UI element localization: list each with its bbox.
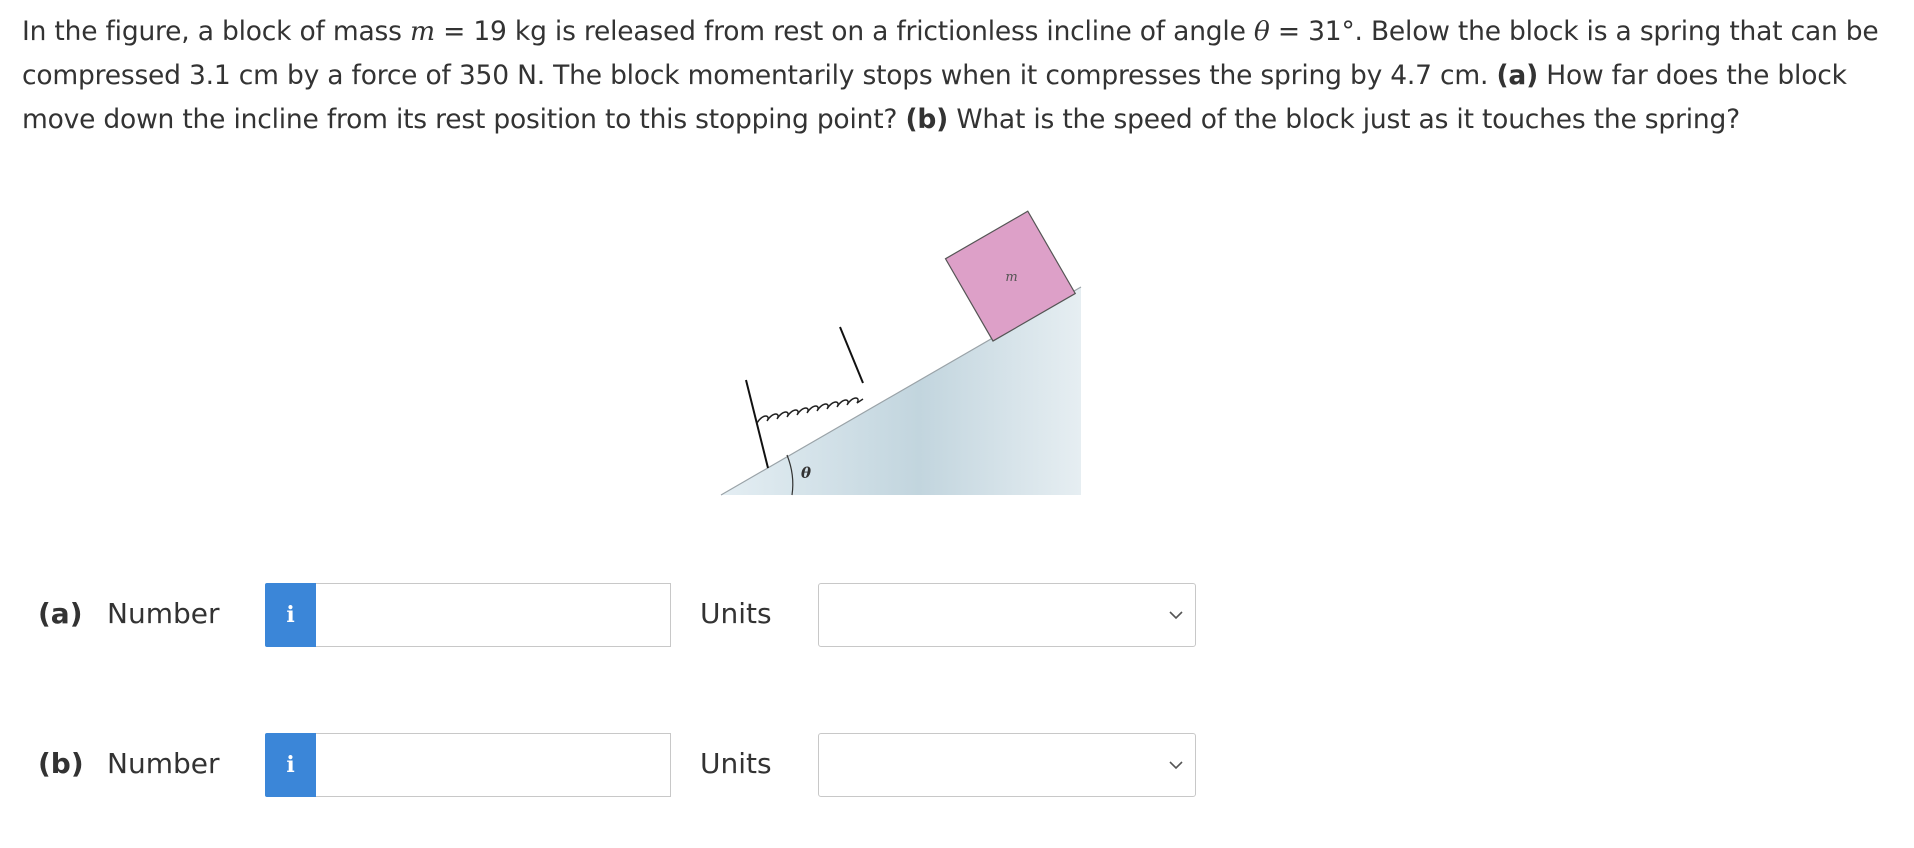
spring-end-plate: [839, 326, 864, 384]
answer-row-a: (a) Number i Units: [0, 583, 1914, 649]
question-text: In the figure, a block of mass m = 19 kg…: [22, 10, 1892, 142]
answer-tag: (a): [38, 597, 83, 630]
part-a-tag: (a): [1496, 60, 1538, 91]
units-dropdown[interactable]: [818, 733, 1196, 797]
question-part-2: = 19 kg is released from rest on a frict…: [434, 16, 1254, 47]
spring: [756, 397, 864, 424]
mass-symbol: m: [409, 16, 435, 47]
theta-symbol: θ: [1253, 16, 1270, 47]
chevron-down-icon: [1169, 611, 1183, 620]
chevron-down-icon: [1169, 761, 1183, 770]
part-b-tag: (b): [905, 104, 949, 135]
number-input[interactable]: [316, 583, 671, 647]
question-part-1: In the figure, a block of mass: [22, 16, 410, 47]
number-input[interactable]: [316, 733, 671, 797]
units-label: Units: [700, 597, 772, 630]
problem-page: In the figure, a block of mass m = 19 kg…: [0, 0, 1914, 848]
info-button[interactable]: i: [265, 583, 316, 647]
info-icon: i: [286, 602, 295, 628]
number-label: Number: [107, 747, 220, 780]
incline-figure: m θ: [720, 210, 1082, 496]
block-label: m: [1005, 270, 1017, 285]
info-icon: i: [286, 752, 295, 778]
question-part-5: What is the speed of the block just as i…: [948, 104, 1740, 135]
answer-tag: (b): [38, 747, 84, 780]
units-dropdown[interactable]: [818, 583, 1196, 647]
info-button[interactable]: i: [265, 733, 316, 797]
answer-row-b: (b) Number i Units: [0, 733, 1914, 799]
number-label: Number: [107, 597, 220, 630]
angle-label: θ: [801, 464, 811, 482]
spring-wall: [745, 379, 769, 469]
units-label: Units: [700, 747, 772, 780]
